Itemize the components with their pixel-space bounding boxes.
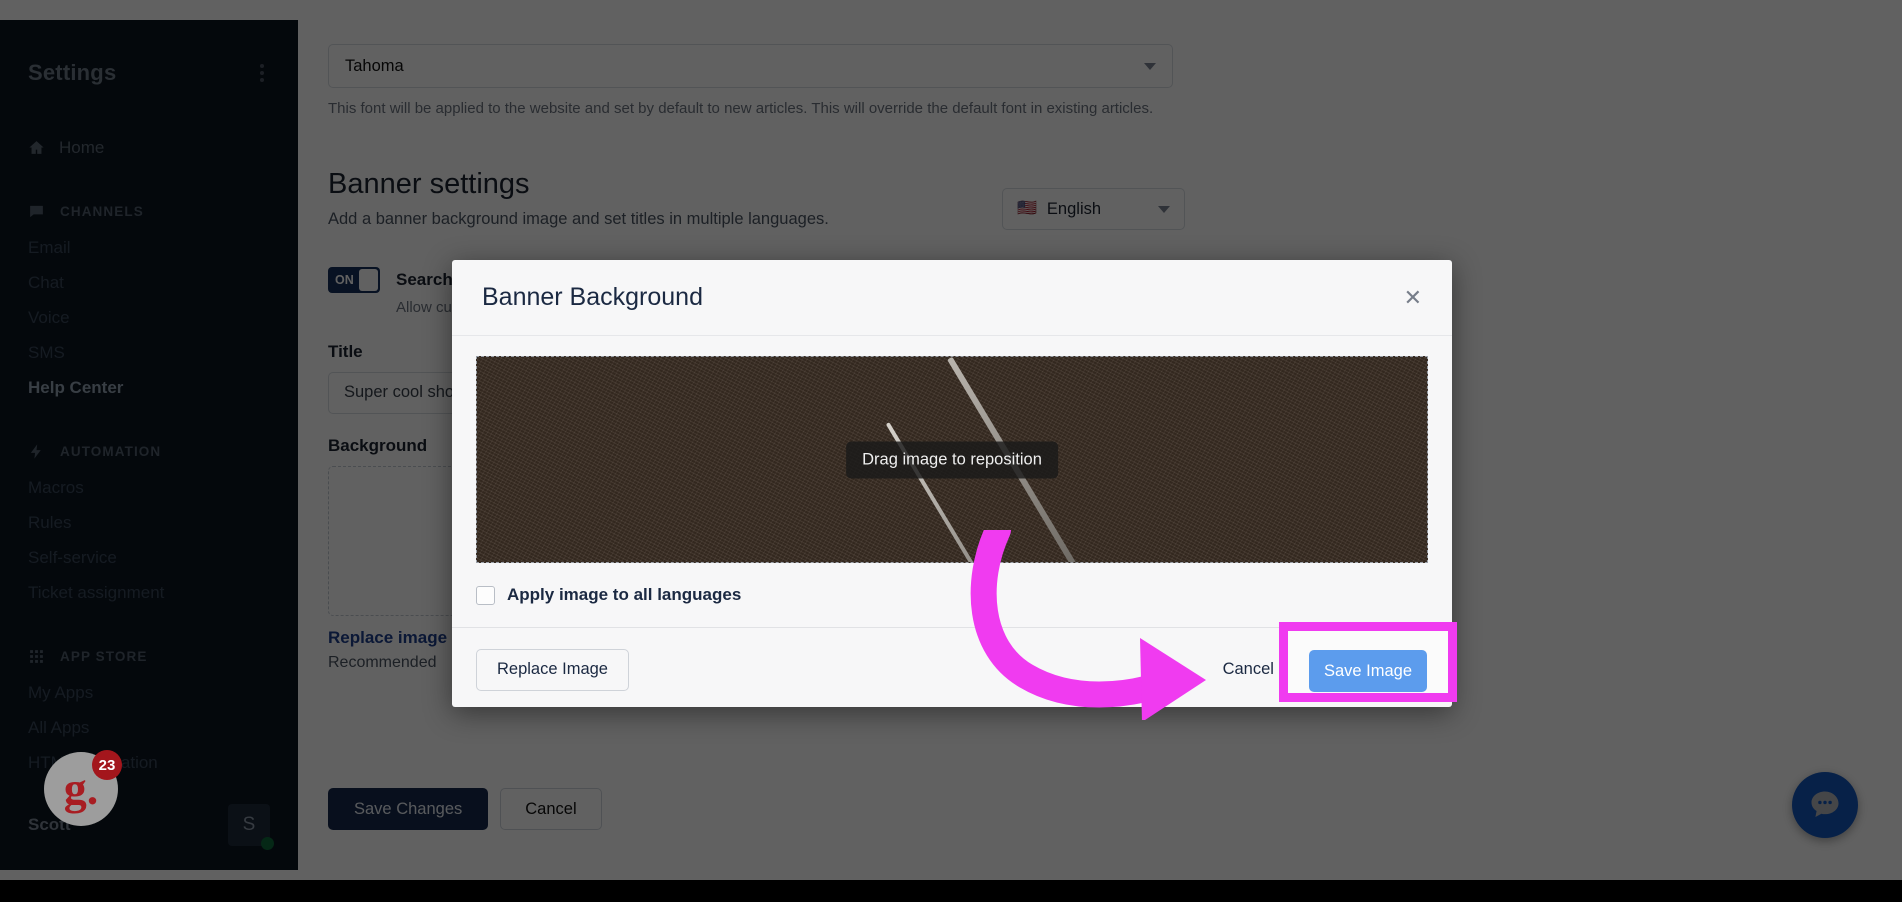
sidebar-item-chat[interactable]: Chat — [0, 265, 298, 300]
sidebar-group-automation: AUTOMATION — [0, 443, 298, 460]
sidebar-item-label: Rules — [28, 512, 72, 532]
modal-footer: Replace Image Cancel Save Image — [452, 627, 1452, 707]
sidebar-header: Settings — [0, 20, 298, 88]
sidebar-item-label: Self-service — [28, 547, 117, 567]
close-icon[interactable]: ✕ — [1404, 286, 1422, 309]
apply-all-languages-checkbox[interactable] — [476, 585, 495, 605]
sidebar-user-row[interactable]: Scott S — [0, 804, 298, 870]
sidebar-item-ticket-assignment[interactable]: Ticket assignment — [0, 575, 298, 610]
sidebar-item-label: Help Center — [28, 377, 124, 397]
help-widget-button[interactable]: g. 23 — [44, 750, 122, 826]
lightning-bolt-icon — [28, 443, 45, 460]
modal-body: Drag image to reposition Apply image to … — [452, 336, 1452, 605]
sidebar-item-label: Ticket assignment — [28, 582, 165, 602]
save-image-button-overlay[interactable]: Save Image — [1309, 650, 1427, 692]
sidebar-item-voice[interactable]: Voice — [0, 300, 298, 335]
help-widget-logo: g. — [63, 763, 99, 815]
sidebar-item-help-center[interactable]: Help Center — [0, 370, 298, 405]
grid-icon — [28, 648, 45, 665]
modal-header: Banner Background ✕ — [452, 260, 1452, 336]
sidebar-item-my-apps[interactable]: My Apps — [0, 675, 298, 710]
sidebar-item-macros[interactable]: Macros — [0, 470, 298, 505]
us-flag-icon: 🇺🇸 — [1017, 200, 1037, 217]
sidebar-group-label: CHANNELS — [60, 204, 144, 219]
toggle-knob — [358, 268, 378, 291]
chevron-down-icon — [1158, 205, 1170, 213]
sidebar-item-sms[interactable]: SMS — [0, 335, 298, 370]
sidebar-title: Settings — [28, 60, 117, 85]
sidebar-item-label: SMS — [28, 342, 65, 362]
avatar-initial: S — [242, 814, 256, 835]
sidebar-item-email[interactable]: Email — [0, 230, 298, 265]
bottom-letterbox — [0, 880, 1902, 902]
sidebar-item-label: Chat — [28, 272, 64, 292]
sidebar-item-all-apps[interactable]: All Apps — [0, 710, 298, 745]
font-select-value: Tahoma — [345, 56, 404, 75]
sidebar-item-label: Email — [28, 237, 71, 257]
apply-all-languages-row[interactable]: Apply image to all languages — [476, 585, 1428, 605]
sidebar-group-channels: CHANNELS — [0, 203, 298, 220]
help-widget-badge-count: 23 — [92, 750, 122, 780]
font-helper-text: This font will be applied to the website… — [328, 100, 1154, 117]
banner-background-modal: Banner Background ✕ Drag image to reposi… — [452, 260, 1452, 707]
chevron-down-icon — [1144, 62, 1156, 70]
search-toggle-state: ON — [335, 272, 354, 287]
modal-title: Banner Background — [482, 283, 703, 311]
font-select[interactable]: Tahoma — [328, 44, 1173, 88]
save-changes-button[interactable]: Save Changes — [328, 788, 489, 830]
cancel-button[interactable]: Cancel — [500, 788, 602, 830]
sidebar-item-html-integration[interactable]: HTML integration — [0, 745, 298, 780]
chat-bubble-icon — [28, 203, 45, 220]
form-actions: Save Changes Cancel — [328, 788, 602, 830]
sidebar-item-self-service[interactable]: Self-service — [0, 540, 298, 575]
sidebar-item-label: Voice — [28, 307, 70, 327]
language-select-value: English — [1046, 199, 1102, 218]
modal-cancel-button[interactable]: Cancel — [1223, 660, 1274, 679]
sidebar-item-label: All Apps — [28, 717, 90, 737]
apply-all-languages-label: Apply image to all languages — [507, 585, 742, 604]
presence-indicator — [261, 837, 274, 850]
home-icon — [28, 139, 45, 156]
sidebar: Settings Home CHANNELS Email Chat Voice … — [0, 20, 298, 870]
sidebar-group-label: APP STORE — [60, 649, 148, 664]
sidebar-item-label: My Apps — [28, 682, 94, 702]
sidebar-item-label: Home — [59, 137, 105, 157]
title-input-value: Super cool sho — [344, 383, 455, 402]
banner-image-preview[interactable]: Drag image to reposition — [476, 356, 1428, 563]
chat-bubble-icon — [1811, 791, 1839, 817]
avatar[interactable]: S — [228, 804, 274, 850]
sidebar-item-label: Macros — [28, 477, 84, 497]
kebab-menu-icon[interactable] — [252, 58, 272, 88]
replace-image-button[interactable]: Replace Image — [476, 648, 629, 691]
chat-launcher-button[interactable] — [1792, 772, 1858, 838]
sidebar-item-home[interactable]: Home — [0, 130, 298, 165]
drag-tooltip: Drag image to reposition — [846, 441, 1058, 478]
sidebar-group-label: AUTOMATION — [60, 444, 162, 459]
screen-root: Settings Home CHANNELS Email Chat Voice … — [0, 0, 1902, 902]
search-toggle-label: Search — [396, 269, 453, 289]
language-select[interactable]: 🇺🇸 English — [1002, 188, 1185, 230]
search-toggle[interactable]: ON — [328, 266, 380, 293]
sidebar-item-rules[interactable]: Rules — [0, 505, 298, 540]
sidebar-group-app-store: APP STORE — [0, 648, 298, 665]
